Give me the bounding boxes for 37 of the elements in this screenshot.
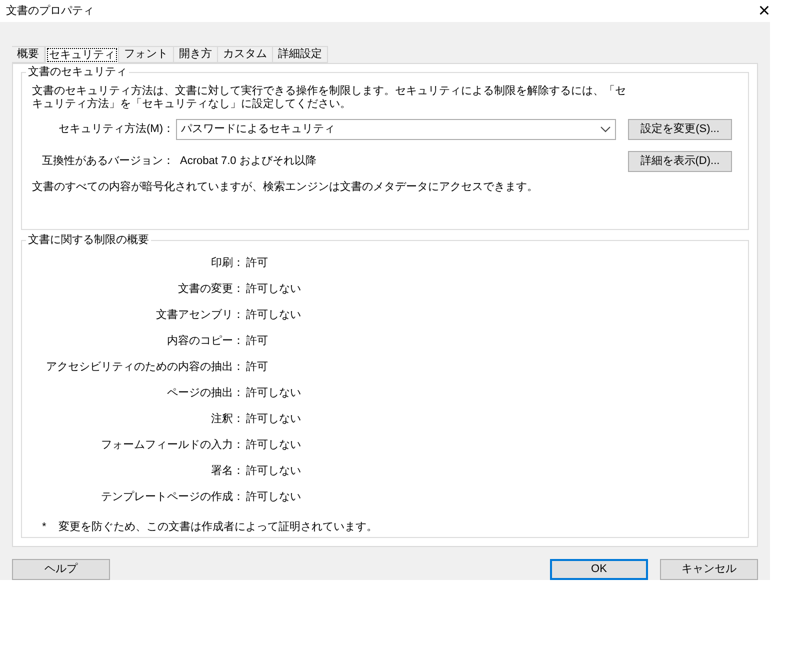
security-method-dropdown[interactable]: パスワードによるセキュリティ: [176, 118, 616, 140]
restriction-label: フォームフィールドの入力：: [100, 438, 244, 453]
show-details-button[interactable]: 詳細を表示(D)...: [628, 150, 732, 172]
restriction-label: 印刷：: [210, 256, 244, 271]
restriction-label: 内容のコピー：: [166, 334, 244, 349]
restriction-label: 文書の変更：: [177, 282, 244, 297]
footnote-text: 変更を防ぐため、この文書は作成者によって証明されています。: [58, 520, 378, 535]
restriction-value: 許可しない: [245, 386, 301, 401]
footnote-mark: *: [42, 520, 46, 535]
restriction-label: 注釈：: [210, 412, 244, 427]
restriction-value: 許可しない: [245, 282, 301, 297]
tab[interactable]: セキュリティ: [45, 46, 119, 64]
restriction-value: 許可: [245, 334, 268, 349]
field-label: 互換性があるバージョン：: [41, 154, 175, 169]
version-value: Acrobat 7.0 およびそれ以降: [179, 154, 318, 169]
description-text: 文書のセキュリティ方法は、文書に対して実行できる操作を制限します。セキュリティによる制限を解除するには、「セキュリティ方法」を「セキュリティなし」に設定してください。: [32, 85, 627, 111]
restriction-value: 許可しない: [245, 464, 301, 479]
restriction-value: 許可しない: [245, 412, 301, 427]
restriction-value: 許可: [245, 256, 268, 271]
field-label: セキュリティ方法(M)：: [58, 122, 175, 137]
restriction-label: 文書アセンブリ：: [155, 308, 244, 323]
help-button[interactable]: ヘルプ: [12, 559, 110, 580]
restriction-label: アクセシビリティのための内容の抽出：: [45, 360, 244, 375]
encryption-note: 文書のすべての内容が暗号化されていますが、検索エンジンは文書のメタデータにアクセスできます。: [32, 180, 539, 195]
cancel-button[interactable]: キャンセル: [660, 559, 758, 580]
window-title: 文書のプロパティ: [6, 4, 94, 19]
restriction-value: 許可しない: [245, 438, 301, 453]
restriction-value: 許可: [245, 360, 268, 375]
restriction-label: テンプレートページの作成：: [100, 490, 244, 505]
change-settings-button[interactable]: 設定を変更(S)...: [628, 118, 732, 140]
close-button[interactable]: ×: [758, 1, 770, 22]
restriction-label: 署名：: [210, 464, 244, 479]
chevron-down-icon: [600, 126, 611, 132]
restriction-value: 許可しない: [245, 490, 301, 505]
ok-button[interactable]: OK: [550, 559, 648, 580]
restriction-label: ページの抽出：: [166, 386, 244, 401]
restriction-value: 許可しない: [245, 308, 301, 323]
